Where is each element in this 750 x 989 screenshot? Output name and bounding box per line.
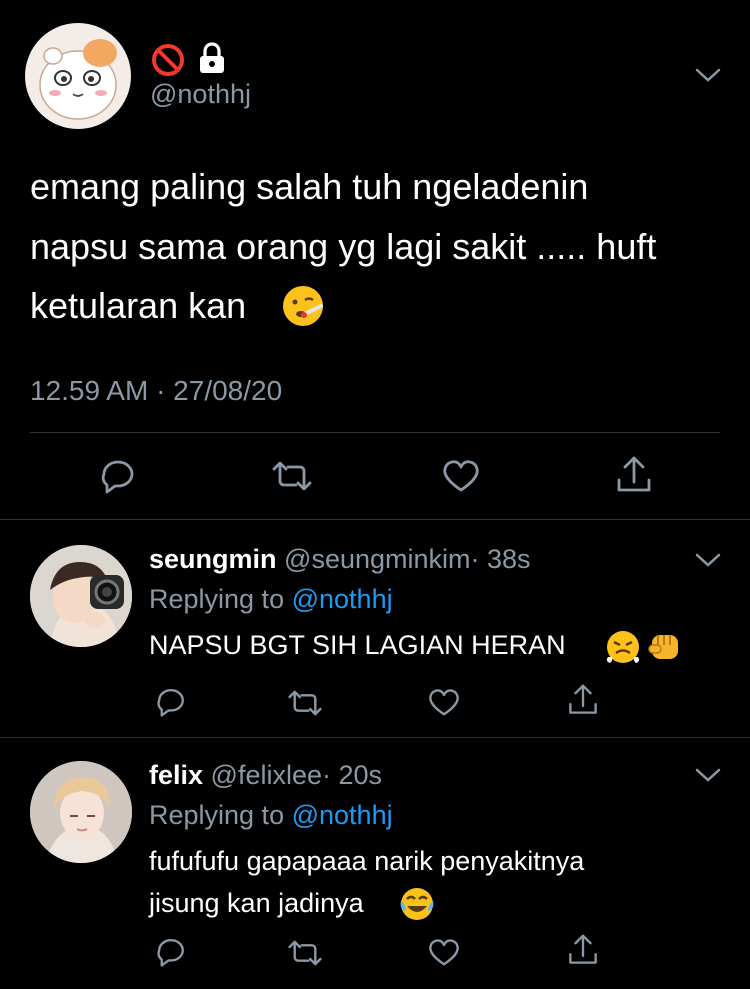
oncoming-fist-icon — [646, 627, 684, 665]
share-icon[interactable] — [567, 933, 599, 967]
main-tweet-text-line: ketularan kan — [30, 285, 247, 326]
relative-time: · 38s — [470, 544, 531, 574]
retweet-icon[interactable] — [287, 939, 323, 967]
chevron-down-icon[interactable] — [695, 66, 721, 84]
replying-to-link[interactable]: @nothhj — [292, 800, 393, 830]
avatar[interactable] — [25, 23, 131, 129]
reply-text: NAPSU BGT SIH LAGIAN HERAN — [149, 630, 566, 660]
reply-icon[interactable] — [155, 936, 187, 968]
user-handle[interactable]: @seungminkim — [284, 544, 470, 574]
relative-time: · 20s — [322, 760, 383, 790]
chevron-down-icon[interactable] — [695, 766, 721, 784]
share-icon[interactable] — [615, 455, 653, 495]
like-icon[interactable] — [442, 459, 480, 493]
avatar[interactable] — [30, 761, 132, 863]
like-icon[interactable] — [428, 938, 460, 967]
face-with-thermometer-icon — [281, 284, 325, 328]
face-with-steam-from-nose-icon — [604, 627, 642, 665]
reply-text-line: jisung kan jadinya — [149, 888, 364, 918]
main-tweet-handle[interactable]: @nothhj — [150, 79, 251, 110]
divider — [0, 737, 750, 738]
reply-text-line: fufufufu gapapaaa narik penyakitnya — [149, 846, 585, 876]
replying-to-label: Replying to — [149, 800, 285, 830]
like-icon[interactable] — [428, 688, 460, 717]
divider — [0, 519, 750, 520]
display-name[interactable]: seungmin — [149, 544, 277, 574]
avatar[interactable] — [30, 545, 132, 647]
face-with-tears-of-joy-icon — [398, 885, 436, 923]
display-name[interactable]: felix — [149, 760, 203, 790]
timestamp[interactable]: 12.59 AM · 27/08/20 — [30, 375, 282, 407]
reply-icon[interactable] — [99, 457, 137, 495]
replying-to-label: Replying to — [149, 584, 285, 614]
lock-icon — [197, 42, 227, 74]
share-icon[interactable] — [567, 683, 599, 717]
main-tweet-text-line: napsu sama orang yg lagi sakit ..... huf… — [30, 226, 657, 267]
chevron-down-icon[interactable] — [695, 551, 721, 569]
reply-icon[interactable] — [155, 686, 187, 718]
retweet-icon[interactable] — [287, 689, 323, 717]
retweet-icon[interactable] — [271, 460, 313, 492]
user-handle[interactable]: @felixlee — [211, 760, 322, 790]
no-entry-icon — [150, 42, 186, 78]
main-tweet-text-line: emang paling salah tuh ngeladenin — [30, 166, 589, 207]
divider — [30, 432, 720, 433]
replying-to-link[interactable]: @nothhj — [292, 584, 393, 614]
